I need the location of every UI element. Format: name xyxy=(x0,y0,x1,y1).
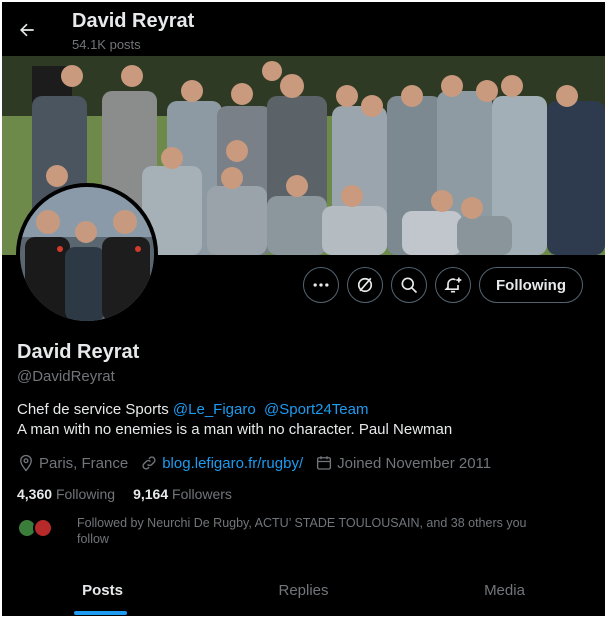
profile-tabs: Posts Replies Media xyxy=(2,565,605,616)
more-button[interactable] xyxy=(303,267,339,303)
profile-page: David Reyrat 54.1K posts Following David… xyxy=(2,2,605,616)
mention-le-figaro[interactable]: @Le_Figaro xyxy=(173,401,256,418)
follower-avatar xyxy=(33,518,53,538)
followers-count: 9,164 xyxy=(133,486,169,502)
profile-bio: Chef de service Sports @Le_Figaro @Sport… xyxy=(17,400,597,440)
calendar-icon xyxy=(317,456,332,470)
profile-meta: Paris, France blog.lefigaro.fr/rugby/ Jo… xyxy=(17,453,503,473)
website: blog.lefigaro.fr/rugby/ xyxy=(140,454,303,472)
following-label: Following xyxy=(55,486,116,502)
followers-label: Followers xyxy=(172,486,232,502)
bell-plus-icon xyxy=(444,277,462,293)
join-date: Joined November 2011 xyxy=(315,454,491,472)
follow-stats: 4,360 Following 9,164 Followers xyxy=(17,486,250,502)
user-handle: @DavidReyrat xyxy=(17,368,115,385)
tab-media[interactable]: Media xyxy=(404,565,605,616)
notifications-button[interactable] xyxy=(435,267,471,303)
arrow-left-icon xyxy=(20,23,34,37)
followers-stat[interactable]: 9,164 Followers xyxy=(133,486,232,502)
tab-posts[interactable]: Posts xyxy=(2,565,203,616)
bio-line-1: Chef de service Sports @Le_Figaro @Sport… xyxy=(17,400,597,420)
link-icon xyxy=(142,456,156,470)
slash-circle-icon xyxy=(357,277,373,293)
display-name: David Reyrat xyxy=(17,341,140,363)
search-profile-button[interactable] xyxy=(391,267,427,303)
location-text: Paris, France xyxy=(39,454,129,472)
followed-by-text: Followed by Neurchi De Rugby, ACTU’ STAD… xyxy=(77,516,527,546)
profile-avatar[interactable] xyxy=(16,183,158,325)
grok-button[interactable] xyxy=(347,267,383,303)
tab-label: Posts xyxy=(82,582,123,599)
following-count: 4,360 xyxy=(17,486,53,502)
location: Paris, France xyxy=(17,454,128,472)
search-icon xyxy=(401,277,418,294)
tab-replies[interactable]: Replies xyxy=(203,565,404,616)
bio-text: Chef de service Sports xyxy=(17,401,173,418)
tab-label: Media xyxy=(484,582,525,599)
tab-label: Replies xyxy=(278,582,329,599)
active-tab-indicator xyxy=(74,611,127,615)
website-link[interactable]: blog.lefigaro.fr/rugby/ xyxy=(162,455,303,472)
back-button[interactable] xyxy=(12,15,42,45)
following-stat[interactable]: 4,360 Following xyxy=(17,486,115,502)
header-name: David Reyrat xyxy=(72,10,195,32)
more-dots-icon xyxy=(313,283,329,287)
following-button[interactable]: Following xyxy=(479,267,583,303)
bio-line-2: A man with no enemies is a man with no c… xyxy=(17,421,453,438)
header-post-count: 54.1K posts xyxy=(72,37,141,52)
join-date-text: Joined November 2011 xyxy=(337,454,492,472)
location-pin-icon xyxy=(20,454,32,472)
mention-sport24team[interactable]: @Sport24Team xyxy=(264,401,368,418)
top-bar: David Reyrat 54.1K posts xyxy=(2,2,605,56)
